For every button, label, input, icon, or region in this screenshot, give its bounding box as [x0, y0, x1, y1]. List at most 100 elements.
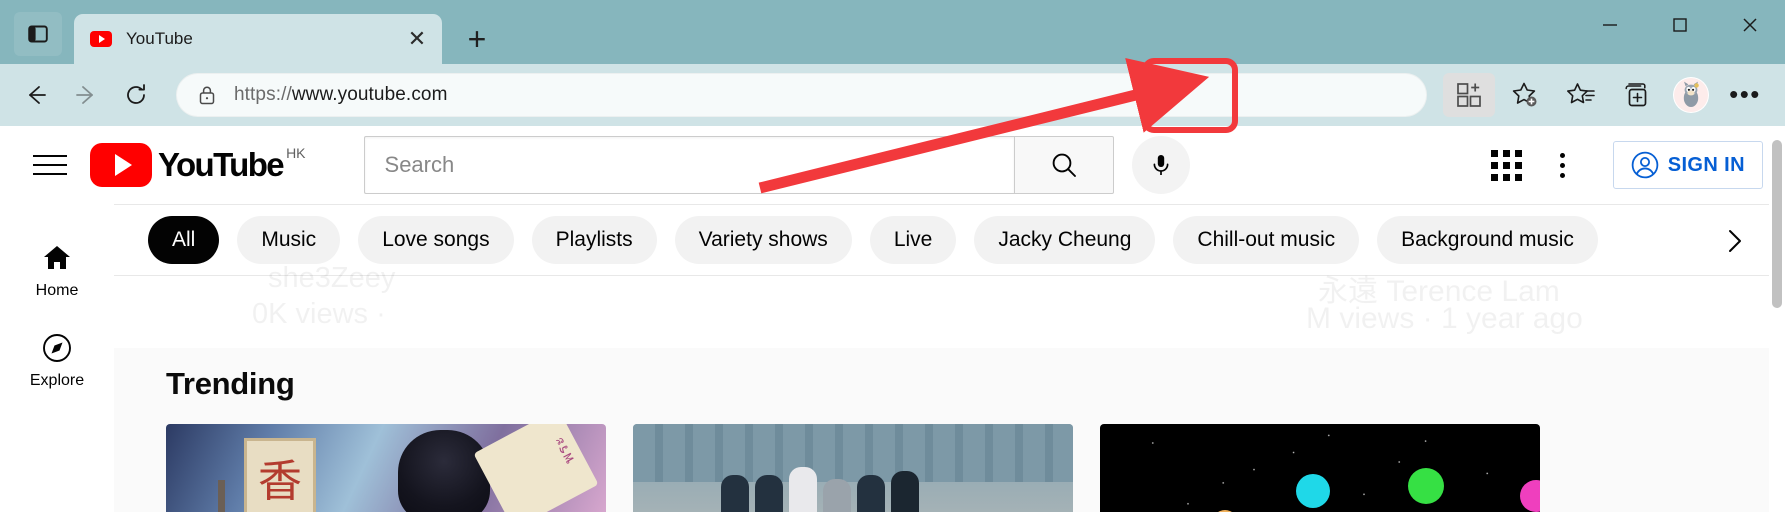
- chip-music[interactable]: Music: [237, 216, 341, 264]
- cartoon-avatar-icon: [1673, 77, 1709, 113]
- compass-explore-icon: [43, 334, 71, 362]
- star-plus-icon: [1512, 82, 1537, 107]
- account-circle-icon: [1631, 151, 1659, 179]
- refresh-button[interactable]: [114, 73, 158, 117]
- site-lock-icon: [194, 84, 220, 106]
- left-navigation-rail: Home Explore: [0, 204, 114, 512]
- youtube-favicon: [90, 31, 112, 47]
- chip-background-music[interactable]: Background music: [1377, 216, 1598, 264]
- split-screen-add-button[interactable]: [1443, 73, 1495, 117]
- close-icon: [1743, 18, 1757, 32]
- thumb1-sign-glyph: 香: [244, 438, 316, 512]
- window-close-button[interactable]: [1715, 0, 1785, 50]
- youtube-logo-text: YouTube: [158, 146, 285, 183]
- tab-close-button[interactable]: ✕: [402, 24, 432, 54]
- ellipsis-icon: •••: [1729, 79, 1761, 110]
- video-thumbnail-3[interactable]: [1100, 424, 1540, 512]
- thumb1-figure: [398, 430, 490, 512]
- address-bar[interactable]: https://www.youtube.com: [176, 73, 1427, 117]
- video-thumbnail-2[interactable]: [633, 424, 1073, 512]
- tab-search-icon: [28, 25, 48, 43]
- chip-all[interactable]: All: [148, 216, 220, 264]
- chip-chill-out-music[interactable]: Chill-out music: [1173, 216, 1360, 264]
- forward-arrow-icon: [76, 86, 93, 104]
- url-scheme: https://: [234, 84, 292, 105]
- home-icon: [44, 246, 70, 269]
- tab-search-button[interactable]: [14, 12, 62, 56]
- guide-menu-button[interactable]: [22, 137, 78, 193]
- search-input[interactable]: Search: [363, 136, 1014, 194]
- collections-plus-icon: [1625, 83, 1647, 107]
- window-minimize-button[interactable]: [1575, 0, 1645, 50]
- thumb1-tag: [473, 424, 599, 512]
- video-thumbnail-1[interactable]: 香 พระ: [166, 424, 606, 512]
- thumb1-post: [218, 480, 225, 512]
- voice-search-button[interactable]: [1131, 136, 1190, 194]
- url-host: www.youtube.com: [291, 84, 448, 105]
- split-screen-add-icon: [1457, 83, 1481, 107]
- thumb3-planet-2: [1408, 468, 1444, 504]
- rail-item-home[interactable]: Home: [0, 226, 114, 316]
- ghost-text-4: M views · 1 year ago: [1306, 302, 1583, 335]
- settings-more-button[interactable]: •••: [1719, 73, 1771, 117]
- profile-button[interactable]: [1667, 73, 1715, 117]
- rail-label-explore: Explore: [29, 372, 85, 389]
- forward-button[interactable]: [64, 73, 108, 117]
- sign-in-button[interactable]: SIGN IN: [1612, 141, 1763, 189]
- thumbnail-row: 香 พระ: [114, 402, 1769, 512]
- maximize-icon: [1673, 18, 1687, 32]
- avatar-cat-icon: [1674, 78, 1708, 112]
- collections-add-button[interactable]: [1611, 73, 1663, 117]
- youtube-country-code: HK: [286, 145, 306, 161]
- header-right-actions: SIGN IN: [1479, 137, 1763, 193]
- search-submit-button[interactable]: [1013, 136, 1114, 194]
- chip-love-songs[interactable]: Love songs: [358, 216, 514, 264]
- youtube-apps-button[interactable]: [1479, 137, 1535, 193]
- rail-item-explore[interactable]: Explore: [0, 316, 114, 406]
- window-maximize-button[interactable]: [1645, 0, 1715, 50]
- hamburger-menu-icon: [33, 148, 67, 182]
- youtube-play-icon: [90, 143, 152, 187]
- browser-toolbar: https://www.youtube.com •••: [0, 64, 1785, 126]
- chip-jacky-cheung[interactable]: Jacky Cheung: [974, 216, 1156, 264]
- chip-variety-shows[interactable]: Variety shows: [674, 216, 852, 264]
- star-lines-icon: [1567, 83, 1595, 104]
- window-controls: [1575, 0, 1785, 50]
- chip-live[interactable]: Live: [869, 216, 957, 264]
- minimize-icon: [1603, 24, 1617, 26]
- refresh-icon: [127, 84, 145, 104]
- browser-window: YouTube ✕ + https://www.youtube.com ••• …: [0, 0, 1785, 512]
- rail-label-home: Home: [35, 282, 79, 299]
- search-icon: [1052, 153, 1076, 177]
- lock-icon: [199, 86, 215, 105]
- browser-tab-youtube[interactable]: YouTube ✕: [74, 14, 442, 64]
- toolbar-actions: •••: [1439, 73, 1771, 117]
- chips-scroll-next-button[interactable]: [1705, 205, 1763, 275]
- filter-chips-row: All Music Love songs Playlists Variety s…: [0, 204, 1785, 276]
- add-to-favorites-button[interactable]: [1499, 73, 1551, 117]
- thumb2-people: [721, 467, 919, 512]
- youtube-settings-button[interactable]: [1535, 137, 1591, 193]
- more-vertical-icon: [1560, 152, 1566, 178]
- tab-title: YouTube: [126, 29, 193, 48]
- new-tab-button[interactable]: +: [456, 18, 498, 60]
- search-area: Search: [363, 136, 1190, 194]
- back-arrow-icon: [29, 86, 46, 104]
- feed-title: Trending: [166, 366, 295, 401]
- feed-section: Trending 香 พระ: [114, 348, 1769, 512]
- sign-in-label: SIGN IN: [1667, 153, 1745, 176]
- chip-playlists[interactable]: Playlists: [531, 216, 657, 264]
- youtube-logo[interactable]: YouTube HK: [90, 143, 306, 187]
- scrollbar-thumb[interactable]: [1772, 140, 1782, 308]
- browser-title-bar: YouTube ✕ +: [0, 0, 1785, 64]
- youtube-header: YouTube HK Search SIGN IN: [0, 126, 1785, 204]
- search-placeholder: Search: [384, 152, 455, 177]
- address-bar-url: https://www.youtube.com: [234, 84, 448, 106]
- microphone-icon: [1153, 155, 1168, 175]
- favorites-list-button[interactable]: [1555, 73, 1607, 117]
- back-button[interactable]: [14, 73, 58, 117]
- page-viewport: she3Zeey 0K views · 永遠 Terence Lam M vie…: [0, 126, 1785, 512]
- ghost-text-2: 0K views ·: [252, 298, 386, 330]
- apps-grid-icon: [1491, 149, 1523, 181]
- page-vertical-scrollbar[interactable]: [1769, 126, 1785, 512]
